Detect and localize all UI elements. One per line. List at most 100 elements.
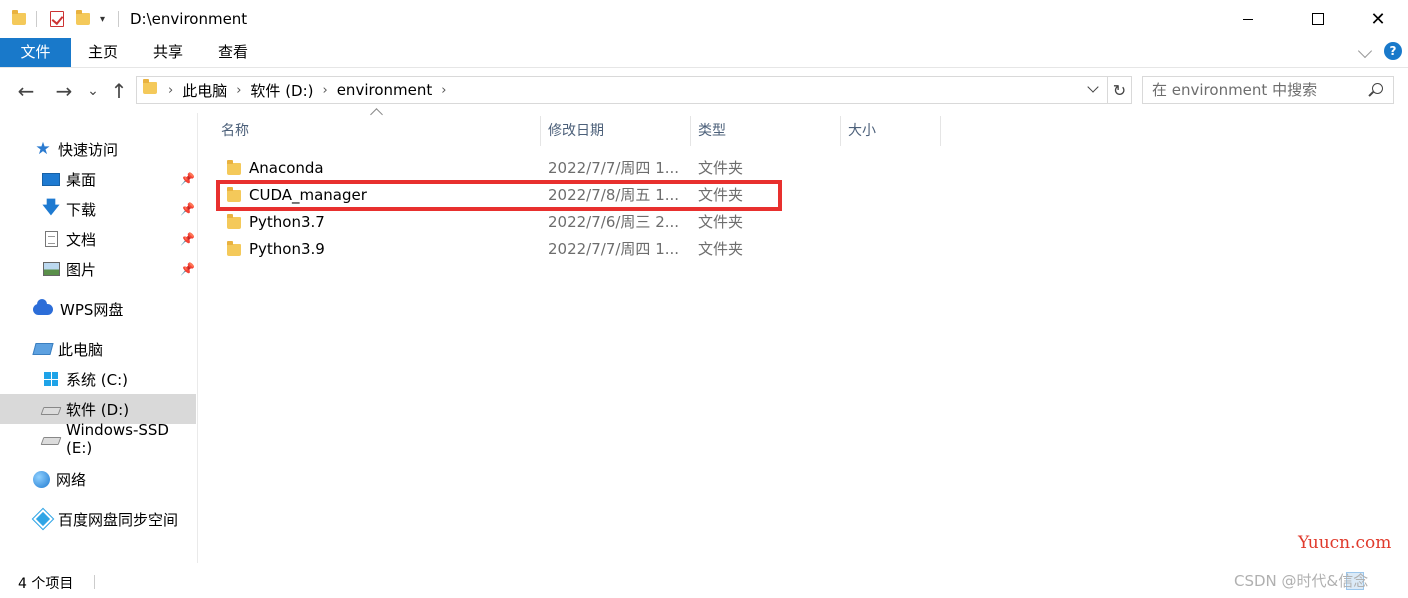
sidebar-item-quick-access[interactable]: ★ 快速访问 (0, 134, 196, 164)
folder-icon (227, 160, 241, 179)
title-bar: ▾ D:\environment ✕ (0, 0, 1408, 38)
sidebar-item-label: 图片 (66, 260, 97, 279)
desktop-icon (42, 171, 60, 187)
search-icon[interactable] (1372, 83, 1383, 94)
file-name[interactable]: Python3.7 (249, 213, 325, 231)
download-icon: 🡇 (42, 197, 60, 218)
breadcrumb-environment[interactable]: environment (331, 81, 439, 99)
file-row[interactable]: Anaconda 2022/7/7/周四 1... 文件夹 (218, 154, 778, 181)
search-box[interactable] (1142, 76, 1394, 104)
breadcrumb-this-pc[interactable]: 此电脑 (176, 80, 233, 101)
recent-locations-button[interactable]: ⌄ (86, 79, 100, 103)
highlight-annotation (216, 180, 782, 211)
divider (118, 11, 119, 27)
column-header-date[interactable]: 修改日期 (541, 116, 691, 146)
sidebar-item-this-pc[interactable]: 此电脑 (0, 334, 196, 364)
sidebar-item-baidu-sync[interactable]: 百度网盘同步空间 (0, 504, 196, 534)
column-header-type[interactable]: 类型 (691, 116, 841, 146)
column-header-size[interactable]: 大小 (841, 116, 941, 146)
picture-icon (42, 261, 60, 277)
search-input[interactable] (1152, 81, 1362, 99)
star-icon: ★ (35, 139, 51, 159)
breadcrumb-separator[interactable]: › (233, 83, 244, 98)
forward-button[interactable]: → (52, 79, 76, 103)
item-count: 4 个项目 (18, 576, 74, 592)
sidebar-item-label: 此电脑 (58, 340, 104, 359)
sidebar-item-label: 快速访问 (58, 140, 119, 159)
tab-file[interactable]: 文件 (0, 38, 71, 67)
sidebar-item-label: 桌面 (66, 170, 97, 189)
navigation-pane: ★ 快速访问 桌面 📌 🡇 下载 📌 文档 📌 图片 📌 WPS网盘 此电脑 系… (0, 113, 198, 563)
refresh-button[interactable]: ↻ (1108, 76, 1132, 104)
sidebar-item-label: Windows-SSD (E:) (66, 421, 169, 457)
address-bar[interactable]: › 此电脑 › 软件 (D:) › environment › (136, 76, 1108, 104)
pin-icon[interactable]: 📌 (180, 262, 195, 276)
baidu-netdisk-icon (31, 507, 55, 531)
cloud-icon (32, 298, 54, 317)
sidebar-item-drive-c[interactable]: 系统 (C:) (0, 364, 196, 394)
new-folder-icon[interactable] (76, 9, 90, 29)
back-button[interactable]: ← (14, 79, 38, 103)
navigation-bar: ← → ⌄ ↑ › 此电脑 › 软件 (D:) › environment › … (0, 69, 1408, 113)
sidebar-item-label: 系统 (C:) (66, 370, 128, 389)
file-row[interactable]: Python3.7 2022/7/6/周三 2... 文件夹 (218, 208, 778, 235)
sidebar-item-documents[interactable]: 文档 📌 (0, 224, 196, 254)
site-watermark: Yuucn.com (1298, 533, 1392, 553)
pin-icon[interactable]: 📌 (180, 172, 195, 186)
sidebar-item-wps-cloud[interactable]: WPS网盘 (0, 294, 196, 324)
breadcrumb-drive-d[interactable]: 软件 (D:) (244, 80, 319, 101)
sidebar-item-network[interactable]: 网络 (0, 464, 196, 494)
file-name[interactable]: Python3.9 (249, 240, 325, 258)
document-icon (42, 231, 60, 247)
folder-icon (12, 9, 26, 29)
drive-icon (40, 401, 62, 417)
up-button[interactable]: ↑ (108, 79, 130, 103)
tab-view[interactable]: 查看 (202, 38, 264, 67)
sidebar-item-downloads[interactable]: 🡇 下载 📌 (0, 194, 196, 224)
breadcrumb-separator[interactable]: › (438, 83, 449, 98)
tab-home[interactable]: 主页 (72, 38, 134, 67)
divider (94, 575, 95, 589)
properties-icon[interactable] (50, 9, 64, 29)
file-date: 2022/7/6/周三 2... (548, 213, 680, 231)
ribbon: 文件 主页 共享 查看 ? (0, 38, 1408, 68)
file-date: 2022/7/7/周四 1... (548, 240, 680, 258)
sidebar-item-label: 百度网盘同步空间 (58, 510, 179, 529)
pin-icon[interactable]: 📌 (180, 232, 195, 246)
help-icon[interactable]: ? (1384, 42, 1402, 60)
csdn-watermark: CSDN @时代&信念 (1234, 572, 1369, 590)
network-icon (32, 470, 50, 488)
breadcrumb-separator[interactable]: › (320, 83, 331, 98)
large-icons-view-button[interactable] (1372, 572, 1390, 590)
drive-icon (40, 431, 62, 447)
folder-icon (227, 241, 241, 260)
window-title: D:\environment (130, 10, 248, 28)
folder-icon (143, 79, 157, 98)
file-type: 文件夹 (698, 159, 744, 177)
windows-drive-icon (42, 371, 60, 387)
sidebar-item-label: 网络 (56, 470, 87, 489)
file-date: 2022/7/7/周四 1... (548, 159, 680, 177)
sidebar-item-drive-e[interactable]: Windows-SSD (E:) (0, 421, 196, 457)
tab-share[interactable]: 共享 (137, 38, 199, 67)
sidebar-item-pictures[interactable]: 图片 📌 (0, 254, 196, 284)
customize-toolbar-icon[interactable]: ▾ (100, 9, 105, 29)
sidebar-item-label: WPS网盘 (60, 300, 124, 319)
breadcrumb-separator[interactable]: › (165, 83, 176, 98)
close-button[interactable]: ✕ (1355, 0, 1401, 38)
sidebar-item-label: 文档 (66, 230, 97, 249)
expand-ribbon-icon[interactable] (1357, 43, 1373, 59)
sidebar-item-label: 下载 (66, 200, 97, 219)
minimize-button[interactable] (1225, 0, 1271, 38)
computer-icon (32, 341, 54, 357)
file-name[interactable]: Anaconda (249, 159, 324, 177)
sidebar-item-label: 软件 (D:) (66, 400, 130, 419)
sidebar-item-drive-d[interactable]: 软件 (D:) (0, 394, 196, 424)
file-type: 文件夹 (698, 240, 744, 258)
column-header-name[interactable]: 名称 (214, 116, 541, 146)
pin-icon[interactable]: 📌 (180, 202, 195, 216)
folder-icon (227, 214, 241, 233)
file-row[interactable]: Python3.9 2022/7/7/周四 1... 文件夹 (218, 235, 778, 262)
sidebar-item-desktop[interactable]: 桌面 📌 (0, 164, 196, 194)
maximize-button[interactable] (1295, 0, 1341, 38)
